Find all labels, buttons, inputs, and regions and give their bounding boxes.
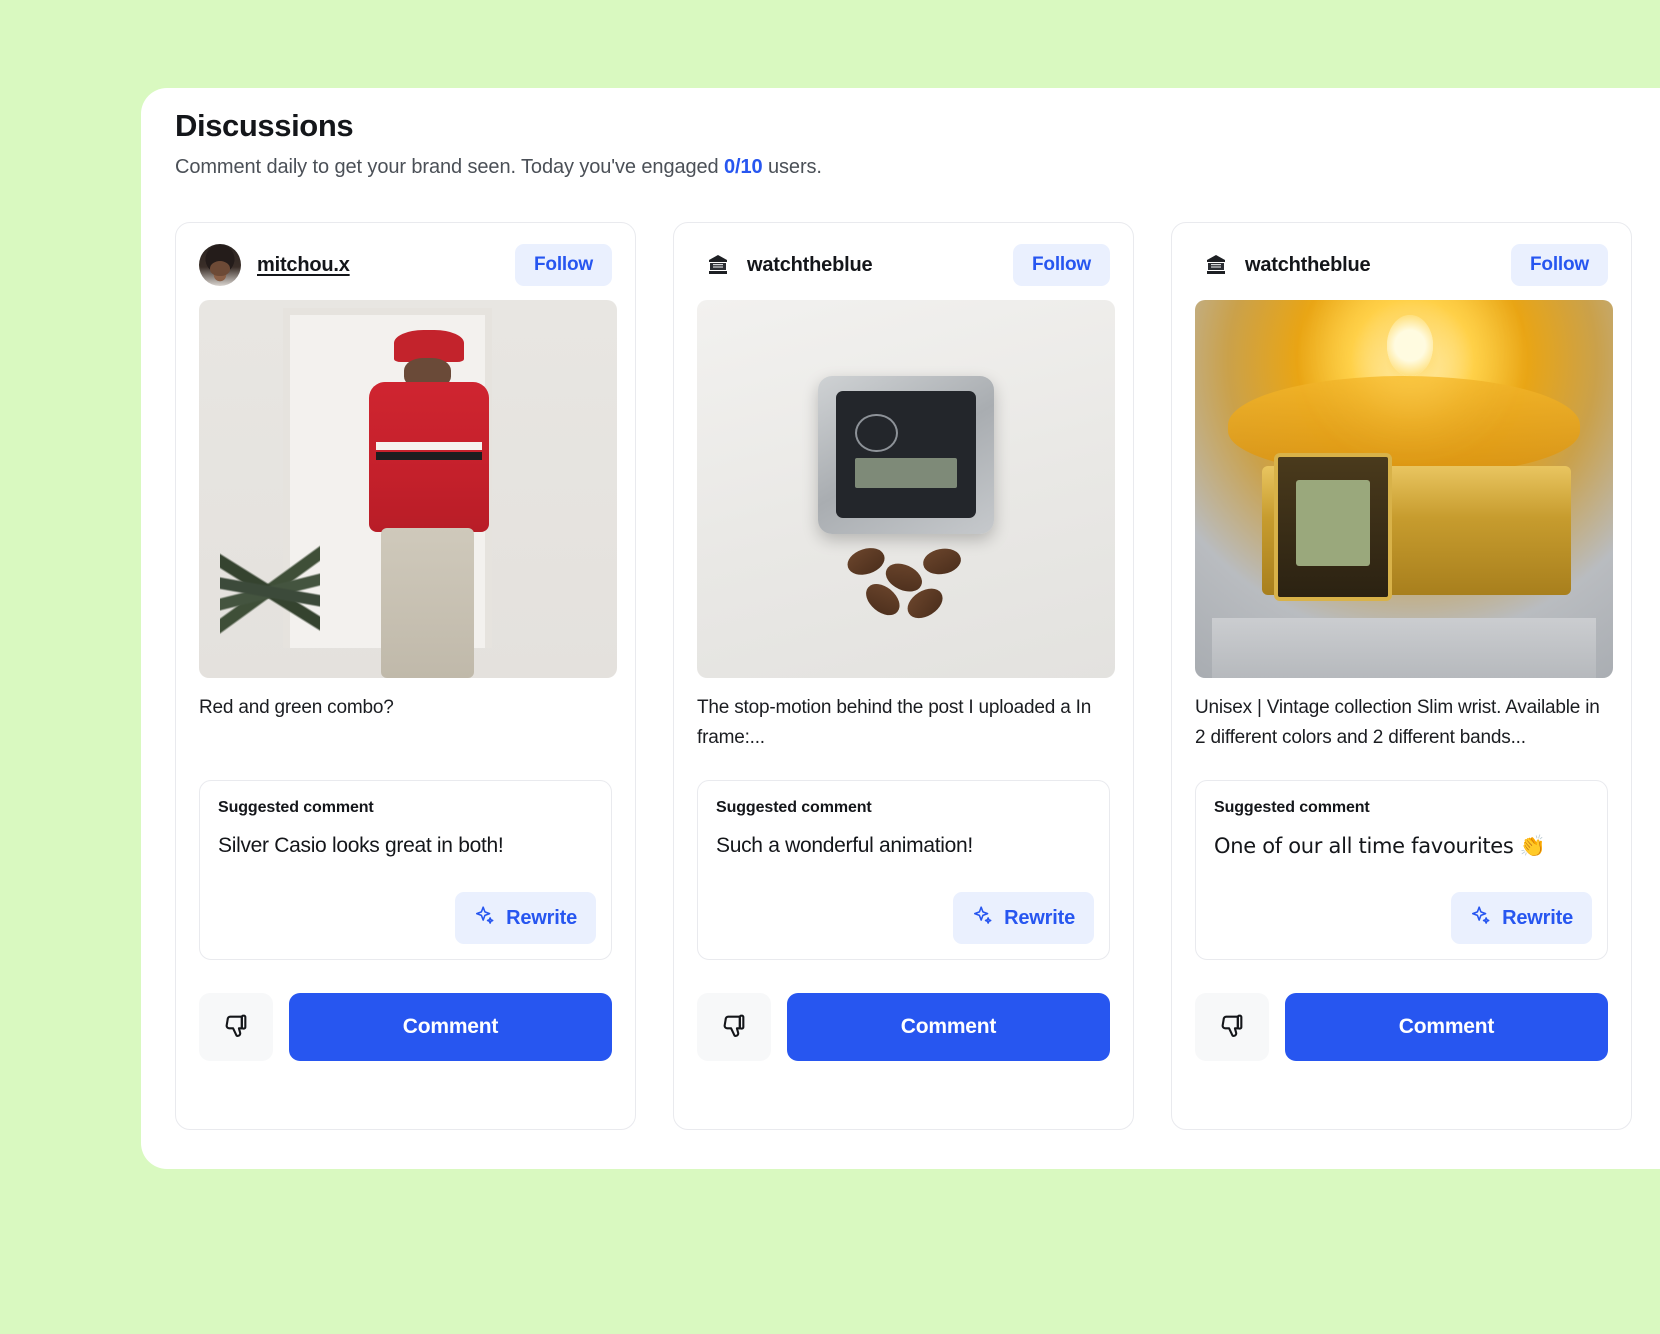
comment-button[interactable]: Comment <box>1285 993 1608 1061</box>
suggested-comment-text[interactable]: Such a wonderful animation! <box>716 832 1093 860</box>
sparkle-icon <box>972 904 994 932</box>
brand-badge-icon <box>1207 255 1225 274</box>
thumbs-down-icon <box>222 1012 250 1043</box>
page-background: Discussions Comment daily to get your br… <box>0 0 1660 1334</box>
comment-button[interactable]: Comment <box>289 993 612 1061</box>
follow-button[interactable]: Follow <box>515 244 612 286</box>
page-title: Discussions <box>175 108 354 143</box>
subtitle-text-before: Comment daily to get your brand seen. To… <box>175 156 725 178</box>
suggested-comment-box[interactable]: Suggested comment One of our all time fa… <box>1195 780 1608 960</box>
post-image[interactable] <box>1195 300 1613 678</box>
card-header: watchtheblue Follow <box>1195 241 1608 289</box>
suggested-comment-label: Suggested comment <box>218 799 374 816</box>
post-image[interactable] <box>697 300 1115 678</box>
watch-shape <box>818 375 994 535</box>
discussions-panel: Discussions Comment daily to get your br… <box>141 88 1660 1169</box>
dislike-button[interactable] <box>199 993 273 1061</box>
rewrite-button-label: Rewrite <box>1502 906 1573 929</box>
plant-shape <box>219 504 321 678</box>
coffee-bean-shape <box>844 544 888 580</box>
avatar[interactable] <box>705 252 731 278</box>
username-link[interactable]: mitchou.x <box>257 254 350 277</box>
coffee-bean-shape <box>920 546 963 578</box>
subtitle-text-after: users. <box>762 156 822 178</box>
suggested-comment-box[interactable]: Suggested comment Silver Casio looks gre… <box>199 780 612 960</box>
page-subtitle: Comment daily to get your brand seen. To… <box>175 156 822 179</box>
post-image[interactable] <box>199 300 617 678</box>
sparkle-icon <box>1470 904 1492 932</box>
rewrite-button[interactable]: Rewrite <box>455 892 596 944</box>
thumbs-down-icon <box>1218 1012 1246 1043</box>
username-link[interactable]: watchtheblue <box>1245 254 1371 277</box>
bulb-shape <box>1387 315 1434 376</box>
suggested-comment-label: Suggested comment <box>1214 799 1370 816</box>
engaged-count: 0/10 <box>724 156 763 178</box>
discussion-cards-rail[interactable]: mitchou.x Follow Red and green combo? Su… <box>175 222 1660 1142</box>
username-link[interactable]: watchtheblue <box>747 254 873 277</box>
stripe-shape <box>375 442 482 450</box>
suggested-comment-label: Suggested comment <box>716 799 872 816</box>
follow-button[interactable]: Follow <box>1013 244 1110 286</box>
post-caption: Unisex | Vintage collection Slim wrist. … <box>1195 697 1600 748</box>
suggested-comment-box[interactable]: Suggested comment Such a wonderful anima… <box>697 780 1110 960</box>
watch-case-shape <box>1274 453 1392 602</box>
watch-lcd-shape <box>1295 479 1371 567</box>
discussion-card: mitchou.x Follow Red and green combo? Su… <box>175 222 636 1130</box>
cap-shape <box>393 330 464 362</box>
post-caption: Red and green combo? <box>199 697 394 718</box>
card-actions: Comment <box>1195 993 1608 1061</box>
card-header: watchtheblue Follow <box>697 241 1110 289</box>
pants-shape <box>381 528 475 678</box>
suggested-comment-text[interactable]: Silver Casio looks great in both! <box>218 832 595 860</box>
avatar[interactable] <box>199 244 241 286</box>
watch-dial-shape <box>835 391 977 519</box>
rewrite-button-label: Rewrite <box>506 906 577 929</box>
avatar[interactable] <box>1203 252 1229 278</box>
post-caption: The stop-motion behind the post I upload… <box>697 697 1092 748</box>
surface-shape <box>1211 617 1597 678</box>
thumbs-down-icon <box>720 1012 748 1043</box>
card-actions: Comment <box>697 993 1110 1061</box>
rewrite-button-label: Rewrite <box>1004 906 1075 929</box>
brand-badge-icon <box>709 255 727 274</box>
watch-lcd-shape <box>855 457 957 488</box>
discussion-card: watchtheblue Follow The stop-motion behi… <box>673 222 1134 1130</box>
suggested-comment-text[interactable]: One of our all time favourites 👏 <box>1214 832 1591 860</box>
sparkle-icon <box>474 904 496 932</box>
card-header: mitchou.x Follow <box>199 241 612 289</box>
follow-button[interactable]: Follow <box>1511 244 1608 286</box>
dislike-button[interactable] <box>1195 993 1269 1061</box>
watch-subdial-shape <box>855 414 898 453</box>
rewrite-button[interactable]: Rewrite <box>953 892 1094 944</box>
card-actions: Comment <box>199 993 612 1061</box>
gold-watch-shape <box>1261 453 1572 602</box>
person-shape <box>366 330 491 678</box>
comment-button[interactable]: Comment <box>787 993 1110 1061</box>
dislike-button[interactable] <box>697 993 771 1061</box>
discussion-card: watchtheblue Follow Unisex | Vintage col… <box>1171 222 1632 1130</box>
rewrite-button[interactable]: Rewrite <box>1451 892 1592 944</box>
jacket-shape <box>368 382 490 532</box>
